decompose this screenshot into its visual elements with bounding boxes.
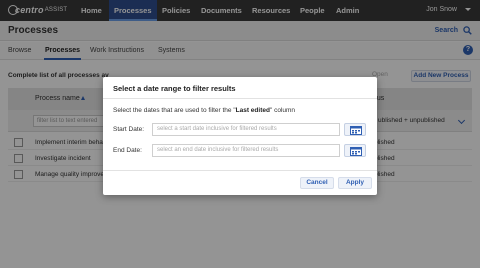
start-date-calendar-button[interactable] <box>344 123 366 136</box>
desc-suffix: " column <box>269 107 296 114</box>
start-date-input[interactable]: select a start date inclusive for filter… <box>152 123 340 136</box>
divider <box>103 170 377 171</box>
divider <box>103 98 377 99</box>
desc-prefix: Select the dates that are used to filter… <box>113 107 236 114</box>
date-range-dialog: Select a date range to filter results Se… <box>103 77 377 195</box>
calendar-icon <box>350 147 362 156</box>
desc-column-name: Last edited <box>235 107 270 114</box>
cancel-button[interactable]: Cancel <box>300 177 334 189</box>
end-date-input[interactable]: select an end date inclusive for filtere… <box>152 144 340 157</box>
end-date-label: End Date: <box>113 147 142 154</box>
start-date-label: Start Date: <box>113 126 145 133</box>
dialog-title: Select a date range to filter results <box>113 84 236 93</box>
apply-button[interactable]: Apply <box>338 177 372 189</box>
dialog-description: Select the dates that are used to filter… <box>113 107 295 114</box>
end-date-calendar-button[interactable] <box>344 144 366 157</box>
calendar-icon <box>350 126 362 135</box>
